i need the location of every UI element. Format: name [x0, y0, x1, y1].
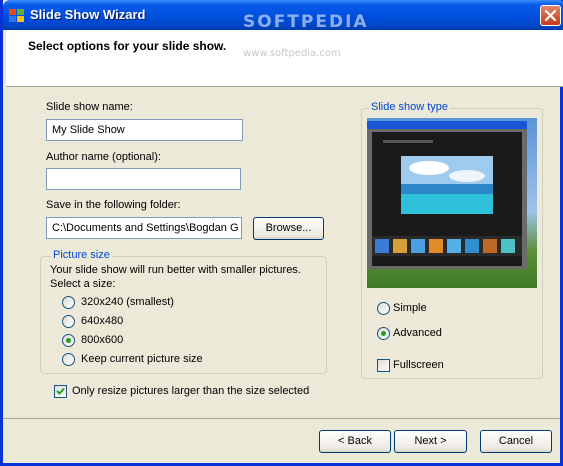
- resize-checkbox-label: Only resize pictures larger than the siz…: [72, 385, 310, 397]
- folder-label: Save in the following folder:: [46, 199, 181, 211]
- size-radio-320[interactable]: [62, 296, 75, 309]
- author-name-label: Author name (optional):: [46, 151, 161, 163]
- picture-size-hint: Your slide show will run better with sma…: [50, 264, 301, 276]
- type-option-label: Simple: [393, 302, 427, 314]
- browse-button[interactable]: Browse...: [253, 217, 324, 240]
- type-radio-advanced[interactable]: [377, 327, 390, 340]
- fullscreen-checkbox[interactable]: [377, 359, 390, 372]
- resize-checkbox[interactable]: [54, 385, 67, 398]
- author-name-input[interactable]: [46, 168, 241, 190]
- cancel-button[interactable]: Cancel: [480, 430, 552, 453]
- fullscreen-label: Fullscreen: [393, 359, 444, 371]
- close-button[interactable]: [540, 5, 561, 26]
- page-title: Select options for your slide show.: [28, 39, 227, 53]
- folder-input[interactable]: C:\Documents and Settings\Bogdan G: [46, 217, 242, 239]
- size-option-label: 800x600: [81, 334, 124, 346]
- preview-illustration: [367, 121, 527, 269]
- window-title: Slide Show Wizard: [30, 7, 146, 22]
- size-radio-keep[interactable]: [62, 353, 75, 366]
- slide-show-name-label: Slide show name:: [46, 101, 133, 113]
- type-radio-simple[interactable]: [377, 302, 390, 315]
- app-icon: [9, 9, 24, 22]
- next-button[interactable]: Next >: [394, 430, 467, 453]
- size-option-label: 640x480: [81, 315, 124, 327]
- watermark: SOFTPEDIA: [243, 12, 369, 32]
- slide-show-type-title: Slide show type: [369, 101, 451, 113]
- footer-divider: [3, 418, 560, 419]
- slide-show-name-input[interactable]: My Slide Show: [46, 119, 243, 141]
- size-option-label: 320x240 (smallest): [81, 296, 174, 308]
- type-option-label: Advanced: [393, 327, 442, 339]
- checkmark-icon: [56, 387, 65, 395]
- watermark-url: www.softpedia.com: [243, 48, 341, 59]
- back-button[interactable]: < Back: [319, 430, 391, 453]
- picture-size-title: Picture size: [51, 249, 112, 261]
- close-icon: [544, 9, 557, 22]
- select-size-label: Select a size:: [50, 278, 116, 290]
- size-radio-640[interactable]: [62, 315, 75, 328]
- size-option-label: Keep current picture size: [81, 353, 203, 365]
- wizard-window: Slide Show Wizard SOFTPEDIA Select optio…: [0, 0, 563, 466]
- slide-show-preview-image: [367, 118, 537, 288]
- size-radio-800[interactable]: [62, 334, 75, 347]
- title-bar[interactable]: Slide Show Wizard SOFTPEDIA: [3, 0, 563, 32]
